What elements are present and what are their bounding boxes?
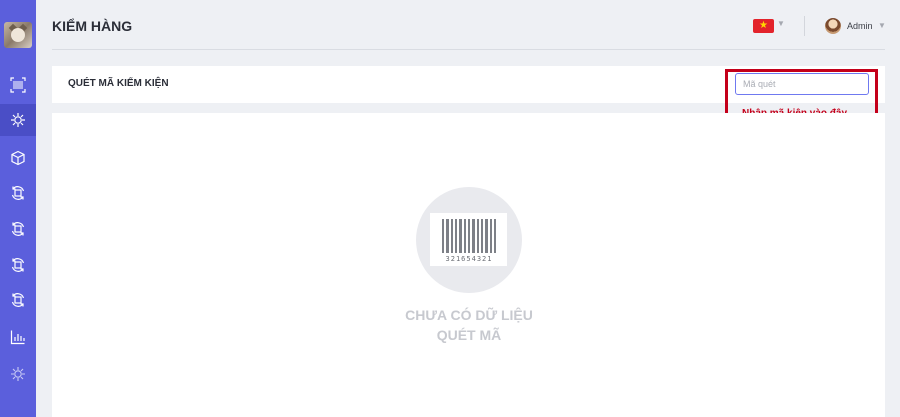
avatar[interactable]: [825, 18, 841, 34]
app-logo[interactable]: [4, 22, 32, 48]
page-title: KIỂM HÀNG: [52, 18, 133, 34]
nav-settings[interactable]: [0, 358, 36, 390]
virus-icon: [11, 113, 25, 127]
box-icon: [11, 150, 25, 166]
chevron-down-icon[interactable]: ▼: [777, 19, 785, 28]
nav-reports[interactable]: [0, 321, 36, 353]
refresh-box-icon: [11, 186, 25, 200]
scan-title: QUÉT MÃ KIỂM KIỆN: [68, 78, 169, 89]
barcode-number: 321654321: [445, 255, 493, 263]
empty-state-line-1: CHƯA CÓ DỮ LIỆU: [405, 307, 533, 323]
virus-icon: [11, 367, 25, 381]
chevron-down-icon[interactable]: ▼: [878, 21, 886, 30]
barcode-scan-icon: [10, 77, 26, 93]
header-divider: [804, 16, 805, 36]
empty-state-line-2: QUÉT MÃ: [436, 327, 502, 343]
vietnam-flag-icon[interactable]: ★: [753, 19, 774, 33]
nav-transfer-3[interactable]: [0, 249, 36, 281]
refresh-box-icon: [11, 293, 25, 307]
refresh-box-icon: [11, 258, 25, 272]
bar-chart-icon: [10, 330, 25, 345]
user-name[interactable]: Admin: [847, 21, 873, 31]
sidebar: [0, 0, 36, 417]
nav-inspect[interactable]: [0, 104, 36, 136]
header-divider-line: [52, 49, 885, 50]
nav-packages[interactable]: [0, 142, 36, 174]
nav-transfer-4[interactable]: [0, 284, 36, 316]
nav-barcode-scan[interactable]: [0, 69, 36, 101]
refresh-box-icon: [11, 222, 25, 236]
nav-transfer-1[interactable]: [0, 177, 36, 209]
nav-transfer-2[interactable]: [0, 213, 36, 245]
empty-state-message: CHƯA CÓ DỮ LIỆU QUÉT MÃ: [368, 305, 570, 345]
